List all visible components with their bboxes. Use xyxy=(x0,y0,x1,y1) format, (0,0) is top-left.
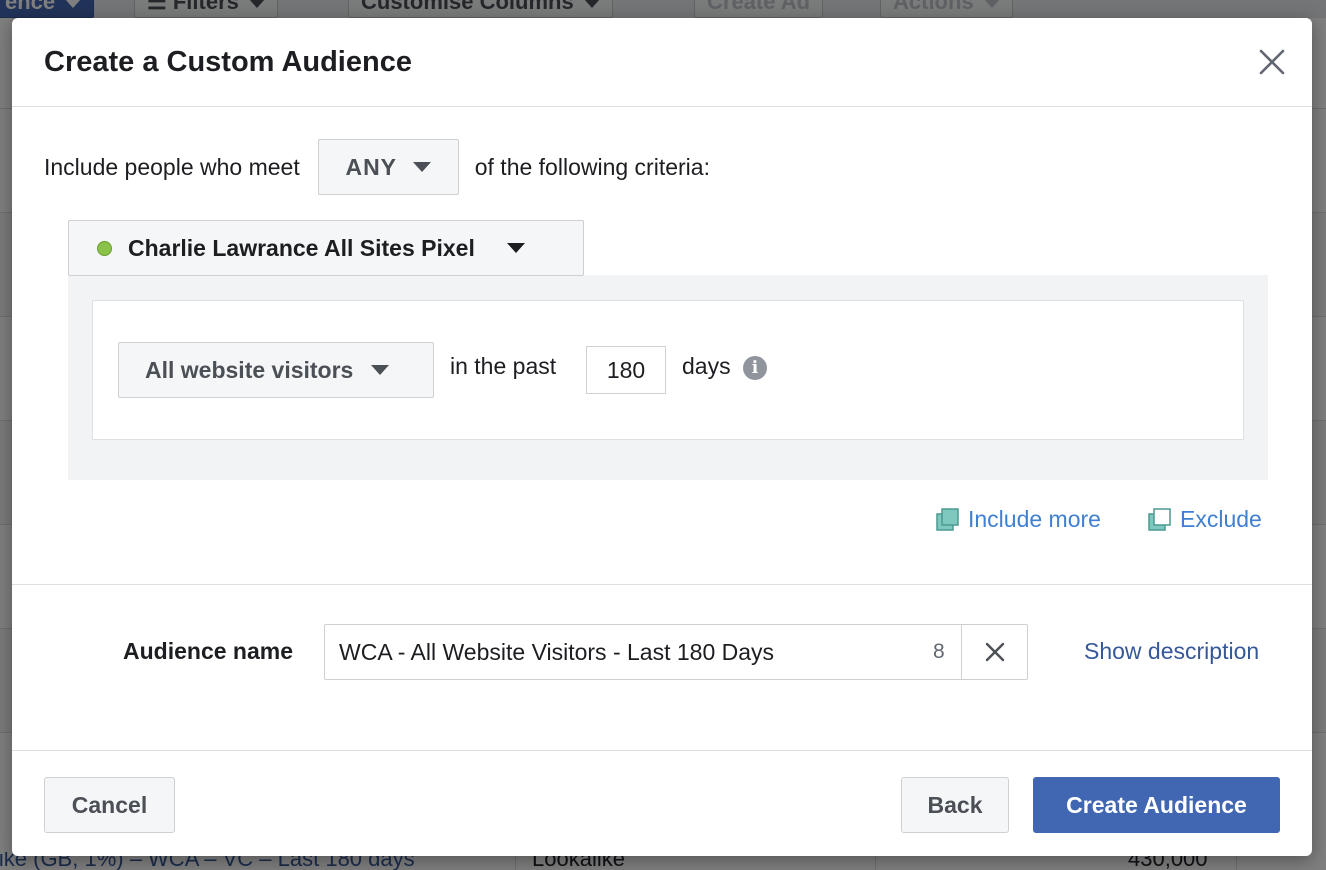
days-input[interactable] xyxy=(586,346,666,394)
dialog-header: Create a Custom Audience xyxy=(12,18,1312,107)
pixel-name: Charlie Lawrance All Sites Pixel xyxy=(128,234,475,261)
event-value: All website visitors xyxy=(145,356,354,383)
rule-panel: All website visitors in the past days i xyxy=(68,275,1268,480)
status-dot-icon xyxy=(97,240,112,256)
show-description-link[interactable]: Show description xyxy=(1084,638,1259,665)
custom-audience-dialog: Create a Custom Audience Include people … xyxy=(12,18,1312,856)
character-count: 8 xyxy=(933,640,945,663)
audience-name-field[interactable]: WCA - All Website Visitors - Last 180 Da… xyxy=(324,624,1028,680)
cancel-button[interactable]: Cancel xyxy=(44,777,175,833)
match-type-dropdown[interactable]: ANY xyxy=(317,139,459,195)
caret-down-icon xyxy=(413,162,432,172)
exclude-label: Exclude xyxy=(1180,506,1262,532)
event-dropdown[interactable]: All website visitors xyxy=(118,342,434,398)
clear-name-button[interactable] xyxy=(961,625,1027,679)
back-button[interactable]: Back xyxy=(901,777,1009,833)
exclude-icon xyxy=(1148,507,1171,531)
pixel-dropdown[interactable]: Charlie Lawrance All Sites Pixel xyxy=(68,220,584,276)
clear-icon xyxy=(985,642,1004,662)
include-more-link[interactable]: Include more xyxy=(936,506,1101,533)
days-label: days xyxy=(682,353,731,379)
criteria-suffix: of the following criteria: xyxy=(474,153,710,180)
include-more-label: Include more xyxy=(968,506,1101,532)
info-icon[interactable]: i xyxy=(743,356,767,380)
in-the-past-label: in the past xyxy=(450,353,557,379)
close-icon[interactable] xyxy=(1256,46,1288,78)
caret-down-icon xyxy=(506,243,525,253)
create-audience-button[interactable]: Create Audience xyxy=(1033,777,1280,833)
audience-name-value[interactable]: WCA - All Website Visitors - Last 180 Da… xyxy=(339,625,774,679)
dialog-title: Create a Custom Audience xyxy=(44,46,412,78)
dialog-footer: Cancel Back Create Audience xyxy=(12,750,1312,856)
include-icon xyxy=(936,507,959,531)
criteria-prefix: Include people who meet xyxy=(44,153,300,180)
audience-name-label: Audience name xyxy=(123,638,293,664)
criteria-line: Include people who meet ANY of the follo… xyxy=(44,139,710,195)
caret-down-icon xyxy=(371,365,390,375)
rule-box: All website visitors in the past days i xyxy=(92,300,1244,440)
divider xyxy=(12,584,1312,585)
exclude-link[interactable]: Exclude xyxy=(1148,506,1262,533)
match-type-value: ANY xyxy=(345,153,398,180)
